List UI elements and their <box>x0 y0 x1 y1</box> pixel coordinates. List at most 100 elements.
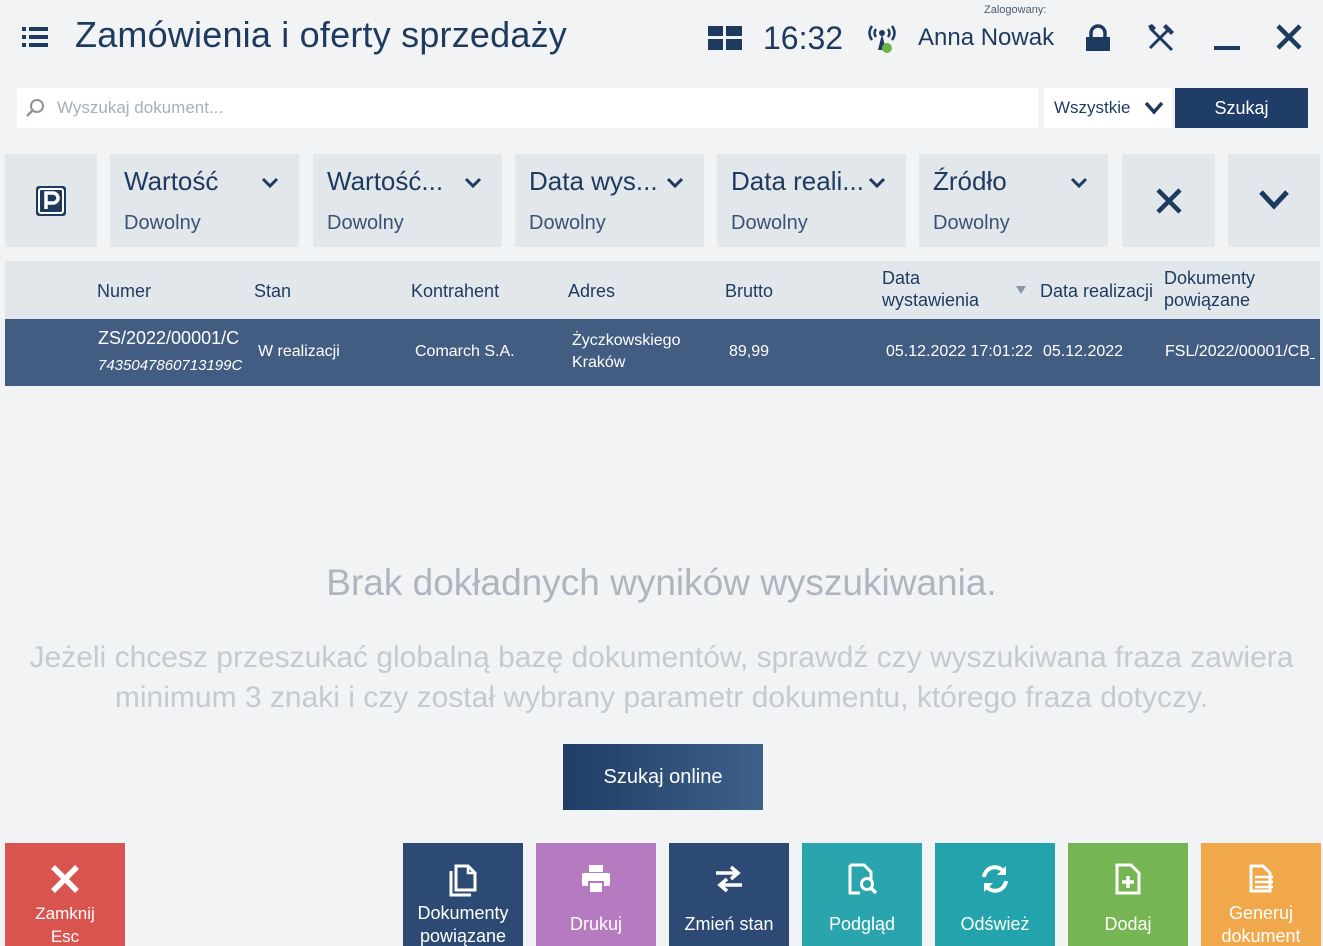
chevron-down-icon <box>1259 190 1289 210</box>
generate-label-1: Generuj <box>1228 903 1294 923</box>
no-results-hint-line: Jeżeli chcesz przeszukać globalną bazę d… <box>29 641 1294 674</box>
generate-document-button[interactable]: Generuj dokument <box>1201 843 1321 946</box>
menu-icon[interactable] <box>22 26 48 48</box>
column-header-line: powiązane <box>1164 290 1251 310</box>
column-header-stan[interactable]: Stan <box>254 280 291 302</box>
search-button[interactable]: Szukaj <box>1175 88 1308 128</box>
cell-kod: 7435047860713199C <box>98 357 243 374</box>
related-documents-button[interactable]: Dokumenty powiązane <box>403 843 523 946</box>
user-name: Anna Nowak <box>918 24 1055 51</box>
filter-realization-date[interactable]: Data reali... Dowolny <box>717 154 906 247</box>
chevron-down-icon <box>1144 101 1164 115</box>
filter-value-text: Dowolny <box>933 212 1010 234</box>
table-row[interactable]: ZS/2022/00001/C 7435047860713199C W real… <box>5 319 1320 386</box>
column-header-data-wystawienia[interactable]: Data wystawienia <box>882 267 979 311</box>
refresh-button[interactable]: Odśwież <box>935 843 1055 946</box>
column-header-numer[interactable]: Numer <box>97 280 151 302</box>
print-button[interactable]: Drukuj <box>536 843 656 946</box>
filter-value-2[interactable]: Wartość... Dowolny <box>313 154 502 247</box>
close-label: Zamknij <box>35 904 95 923</box>
close-button[interactable]: Zamknij Esc <box>5 843 125 946</box>
cell-dokumenty-powiazane: FSL/2022/00001/CB_ <box>1165 343 1315 360</box>
generate-document-icon <box>1249 864 1273 893</box>
cell-stan: W realizacji <box>258 343 340 360</box>
documents-icon <box>449 864 477 897</box>
generate-label-2: dokument <box>1221 926 1301 946</box>
lock-icon[interactable] <box>1084 24 1112 52</box>
filter-value-text: Dowolny <box>731 212 808 234</box>
search-icon <box>26 99 44 117</box>
no-results-title: Brak dokładnych wyników wyszukiwania. <box>326 562 997 603</box>
document-preview-icon <box>848 863 878 895</box>
add-document-icon <box>1115 863 1141 895</box>
apps-grid-icon[interactable] <box>708 26 742 50</box>
refresh-label: Odśwież <box>960 914 1030 934</box>
column-header-adres[interactable]: Adres <box>568 280 615 302</box>
search-box <box>17 88 1038 128</box>
cell-brutto: 89,99 <box>729 343 770 360</box>
parking-button[interactable] <box>5 154 97 247</box>
close-window-icon[interactable] <box>1274 22 1304 52</box>
chevron-down-icon <box>666 177 684 189</box>
cell-numer: ZS/2022/00001/C <box>98 328 240 348</box>
table-header: Numer Stan Kontrahent Adres Brutto Data … <box>5 261 1320 319</box>
minimize-icon[interactable] <box>1212 22 1242 52</box>
add-button[interactable]: Dodaj <box>1068 843 1188 946</box>
column-header-line: Data <box>882 268 921 288</box>
filter-title: Źródło <box>933 166 1007 196</box>
chevron-down-icon <box>261 177 279 189</box>
swap-arrows-icon <box>716 865 742 893</box>
cell-adres-line2: Kraków <box>572 354 626 371</box>
cell-kontrahent: Comarch S.A. <box>415 343 515 360</box>
column-header-brutto[interactable]: Brutto <box>725 280 773 302</box>
column-header-dokumenty-powiazane[interactable]: Dokumenty powiązane <box>1164 267 1255 311</box>
preview-label: Podgląd <box>828 914 896 934</box>
filter-title: Data wys... <box>529 166 658 196</box>
close-shortcut: Esc <box>50 927 80 946</box>
print-label: Drukuj <box>569 914 622 934</box>
preview-button[interactable]: Podgląd <box>802 843 922 946</box>
parking-icon <box>36 186 66 216</box>
page-title: Zamówienia i oferty sprzedaży <box>75 14 567 55</box>
cell-data-wystawienia: 05.12.2022 17:01:22 <box>886 343 1033 360</box>
sort-desc-icon <box>1016 286 1026 294</box>
close-icon <box>1156 188 1182 214</box>
no-results-hint-line: minimum 3 znaki i czy został wybrany par… <box>114 681 1209 714</box>
search-input[interactable] <box>57 88 1027 128</box>
column-header-line: wystawienia <box>882 290 980 310</box>
column-header-data-realizacji[interactable]: Data realizacji <box>1040 280 1153 302</box>
filter-value-text: Dowolny <box>124 212 201 234</box>
filter-title: Data reali... <box>731 166 864 196</box>
change-state-label: Zmień stan <box>684 914 774 934</box>
filter-source[interactable]: Źródło Dowolny <box>919 154 1108 247</box>
app-header: Zamówienia i oferty sprzedaży 16:32 Zalo… <box>0 0 1323 76</box>
cell-adres-line1: Życzkowskiego <box>572 332 681 349</box>
add-label: Dodaj <box>1104 914 1152 934</box>
filter-value-text: Dowolny <box>529 212 606 234</box>
clear-filters-button[interactable] <box>1122 154 1215 247</box>
search-scope-value: Wszystkie <box>1054 98 1131 117</box>
tools-icon[interactable] <box>1146 22 1176 52</box>
refresh-icon <box>982 865 1008 893</box>
filter-value-text: Dowolny <box>327 212 404 234</box>
related-documents-label-2: powiązane <box>419 926 507 946</box>
filter-value[interactable]: Wartość Dowolny <box>110 154 299 247</box>
search-scope-select[interactable]: Wszystkie <box>1044 88 1172 128</box>
related-documents-label-1: Dokumenty <box>417 903 509 923</box>
filter-title: Wartość... <box>327 166 444 196</box>
filter-issue-date[interactable]: Data wys... Dowolny <box>515 154 704 247</box>
search-online-button[interactable]: Szukaj online <box>563 744 763 810</box>
column-header-line: Dokumenty <box>1164 268 1256 288</box>
logged-in-label: Zalogowany: <box>984 4 1047 16</box>
chevron-down-icon <box>1070 177 1088 189</box>
chevron-down-icon <box>868 177 886 189</box>
close-icon <box>51 865 79 893</box>
column-header-kontrahent[interactable]: Kontrahent <box>411 280 499 302</box>
cell-data-realizacji: 05.12.2022 <box>1043 343 1124 360</box>
change-state-button[interactable]: Zmień stan <box>669 843 789 946</box>
printer-icon <box>582 865 610 894</box>
chevron-down-icon <box>464 177 482 189</box>
expand-filters-button[interactable] <box>1228 154 1320 247</box>
filter-title: Wartość <box>124 166 219 196</box>
connection-status-icon <box>868 25 896 53</box>
